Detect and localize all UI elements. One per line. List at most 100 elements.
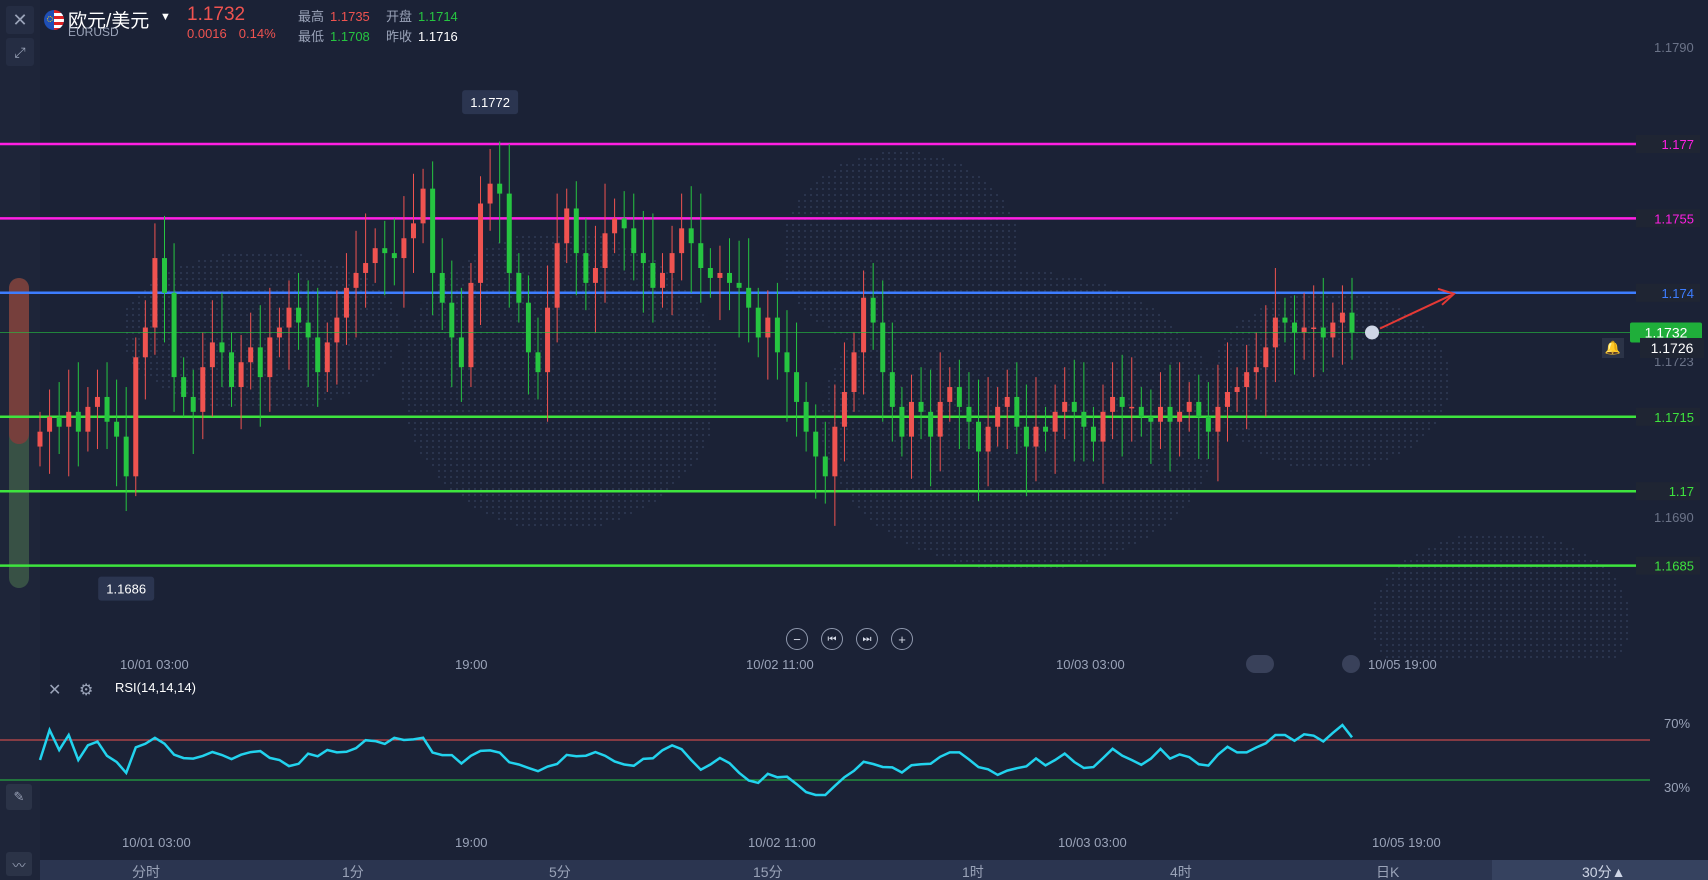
candle [142, 300, 148, 400]
level-label: 1.1715 [1654, 410, 1694, 425]
candle [612, 198, 618, 254]
candle-body [592, 268, 598, 283]
candle [296, 272, 302, 350]
candle [650, 213, 656, 323]
candle-body [966, 406, 972, 422]
candle [382, 220, 388, 296]
candle-body [56, 416, 62, 427]
compare-toggle[interactable] [1246, 655, 1274, 673]
candle [75, 362, 81, 467]
candle [219, 292, 225, 388]
timeframe-1h[interactable]: 1时 [962, 862, 984, 880]
rsi-x-tick: 10/03 03:00 [1058, 835, 1127, 850]
candle-body [861, 297, 867, 353]
candle-body [995, 406, 1001, 427]
candle [458, 287, 464, 402]
candle-body [803, 401, 809, 432]
candle [497, 141, 503, 244]
candle [727, 238, 733, 311]
candle-body [1205, 416, 1211, 432]
candle-body [1138, 406, 1144, 417]
candle-body [736, 282, 742, 288]
close-icon[interactable]: ✕ [48, 680, 61, 700]
zoom-in-button[interactable]: + [891, 628, 913, 650]
indicator-icon[interactable]: 〰 [6, 852, 32, 876]
candle [161, 215, 167, 343]
candle-body [66, 411, 72, 427]
timeframe-15m[interactable]: 15分 [753, 862, 783, 880]
rsi-x-tick: 10/02 11:00 [748, 835, 816, 850]
candle [880, 280, 886, 422]
candle-body [209, 342, 215, 368]
candle-body [94, 396, 100, 407]
candle-body [928, 411, 934, 437]
candle-body [688, 228, 694, 244]
candle-body [899, 406, 905, 437]
candle [171, 243, 177, 412]
timeframe-5m[interactable]: 5分 [549, 862, 571, 880]
zoom-out-button[interactable]: − [786, 628, 808, 650]
rsi-lower-label: 30% [1664, 780, 1691, 795]
projection-arrow [1379, 293, 1453, 330]
candle-body [238, 362, 244, 388]
candle [679, 193, 685, 281]
x-tick-label: 10/02 11:00 [746, 657, 814, 672]
candle-body [1023, 426, 1029, 447]
x-tick-label: 19:00 [455, 657, 488, 672]
candle-body [430, 188, 436, 273]
candle-body [1349, 312, 1355, 333]
timeframe-tick[interactable]: 分时 [132, 862, 160, 880]
candle [908, 374, 914, 479]
candle-body [1062, 401, 1068, 412]
candle [1100, 384, 1106, 484]
candle-body [1177, 411, 1183, 422]
candle-body [152, 258, 158, 328]
candle [956, 359, 962, 450]
realtime-toggle[interactable] [1342, 655, 1360, 673]
rsi-upper-label: 70% [1664, 716, 1691, 731]
candle [334, 290, 340, 385]
candle [669, 225, 675, 316]
candle [1119, 354, 1125, 457]
candle [774, 282, 780, 380]
candle-body [765, 317, 771, 338]
candle-body [813, 431, 819, 457]
candle-body [832, 426, 838, 477]
candle-body [1311, 327, 1317, 330]
candle [229, 332, 235, 407]
pen-icon[interactable]: ✎ [6, 784, 32, 810]
settings-icon[interactable]: ⚙ [79, 680, 93, 700]
candle-body [439, 272, 445, 303]
candle [1062, 367, 1068, 440]
candle-body [631, 228, 637, 254]
candle-body [822, 456, 828, 477]
candle [200, 332, 206, 440]
timeframe-day[interactable]: 日K [1376, 862, 1399, 880]
candle-body [123, 436, 129, 477]
candle-body [420, 188, 426, 224]
candle [468, 263, 474, 388]
candle [937, 352, 943, 472]
rsi-chart[interactable] [0, 700, 1708, 830]
candle [1090, 406, 1096, 462]
candle-body [1292, 322, 1298, 333]
candle-body [487, 183, 493, 204]
candle [947, 367, 953, 422]
candle-body [372, 248, 378, 264]
timeframe-4h[interactable]: 4时 [1170, 862, 1192, 880]
candle [621, 191, 627, 271]
candle [631, 193, 637, 281]
timeframe-1m[interactable]: 1分 [342, 862, 364, 880]
candle-body [956, 387, 962, 407]
candle-body [353, 272, 359, 288]
level-label: 1.177 [1661, 137, 1694, 152]
candle [66, 369, 72, 477]
timeframe-30m[interactable]: 30分▲ [1582, 862, 1625, 880]
bell-icon[interactable]: 🔔 [1602, 338, 1624, 358]
scroll-prev-button[interactable]: ⏮ [821, 628, 843, 650]
candle [851, 332, 857, 412]
candle [410, 173, 416, 273]
candle-body [870, 297, 876, 323]
scroll-next-button[interactable]: ⏭ [856, 628, 878, 650]
candle-body [947, 387, 953, 402]
